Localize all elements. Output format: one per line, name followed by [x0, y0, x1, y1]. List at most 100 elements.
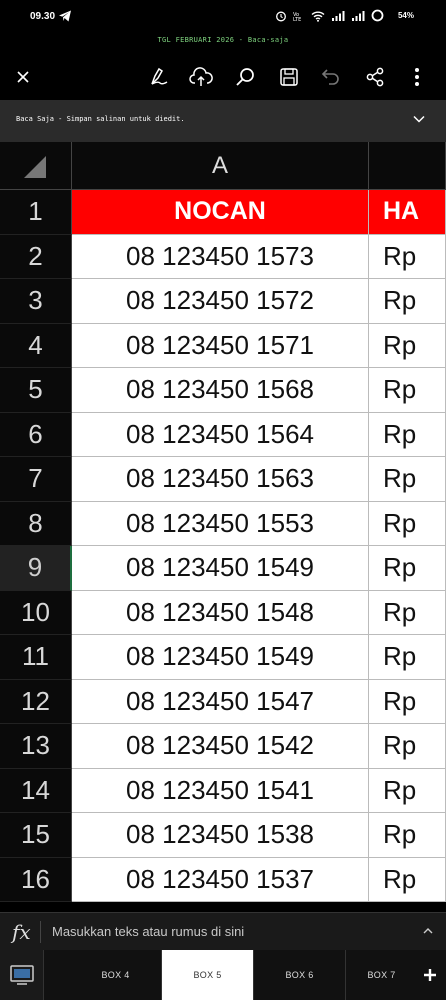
search-icon: [236, 68, 254, 86]
sheet-tabs: BOX 4 BOX 5 BOX 6 BOX 7: [0, 950, 446, 1000]
tab-box-4[interactable]: BOX 4: [70, 950, 162, 1000]
row-header[interactable]: 11: [0, 635, 72, 680]
row-header[interactable]: 4: [0, 323, 72, 368]
column-header-a[interactable]: A: [72, 142, 369, 190]
row-header[interactable]: 6: [0, 412, 72, 457]
header-cell-b[interactable]: HA: [369, 190, 446, 235]
cell-nocan[interactable]: 08 123450 1563: [72, 457, 369, 502]
status-icons: Vo LTE: [275, 9, 384, 22]
header-cell-nocan[interactable]: NOCAN: [72, 190, 369, 235]
notice-text: Baca Saja - Simpan salinan untuk diedit.: [16, 115, 185, 123]
row-header[interactable]: 12: [0, 679, 72, 724]
save-icon: [280, 68, 298, 86]
cell-amount[interactable]: Rp: [369, 457, 446, 502]
telegram-icon: [59, 10, 71, 22]
undo-button[interactable]: [318, 64, 344, 90]
share-icon: [366, 67, 384, 87]
cell-amount[interactable]: Rp: [369, 768, 446, 813]
formula-bar: fx Masukkan teks atau rumus di sini: [0, 912, 446, 950]
cell-nocan[interactable]: 08 123450 1564: [72, 412, 369, 457]
more-icon: [415, 68, 419, 86]
cell-amount[interactable]: Rp: [369, 412, 446, 457]
cell-nocan[interactable]: 08 123450 1537: [72, 857, 369, 902]
fx-icon: fx: [12, 920, 31, 944]
read-only-notice: Baca Saja - Simpan salinan untuk diedit.: [0, 100, 446, 142]
cell-amount[interactable]: Rp: [369, 323, 446, 368]
status-time: 09.30: [30, 11, 56, 22]
tab-box-7[interactable]: BOX 7: [346, 950, 418, 1000]
chevron-down-icon[interactable]: [412, 112, 426, 126]
close-icon: [17, 71, 29, 83]
save-button[interactable]: [276, 64, 302, 90]
document-title: TGL FEBRUARI 2026 - Baca-saja: [157, 36, 289, 44]
cell-amount[interactable]: Rp: [369, 635, 446, 680]
plus-icon: [424, 969, 436, 981]
cell-amount[interactable]: Rp: [369, 234, 446, 279]
cell-nocan[interactable]: 08 123450 1541: [72, 768, 369, 813]
cell-amount[interactable]: Rp: [369, 368, 446, 413]
row-header[interactable]: 14: [0, 768, 72, 813]
row-header[interactable]: 9: [0, 546, 72, 591]
row-header[interactable]: 16: [0, 857, 72, 902]
cell-amount[interactable]: Rp: [369, 590, 446, 635]
row-header[interactable]: 2: [0, 234, 72, 279]
tab-box-6[interactable]: BOX 6: [254, 950, 346, 1000]
cell-nocan[interactable]: 08 123450 1553: [72, 501, 369, 546]
row-header[interactable]: 15: [0, 813, 72, 858]
pen-icon: [151, 67, 168, 85]
undo-icon: [321, 69, 339, 85]
formula-input[interactable]: Masukkan teks atau rumus di sini: [52, 924, 244, 939]
spreadsheet-grid[interactable]: A 1 NOCAN HA 2 08 123450 1573 Rp 3 08 123450 15…: [0, 142, 446, 912]
toolbar: [0, 54, 446, 98]
status-bar: 09.30 Vo LTE 54%: [0, 0, 446, 34]
more-options-button[interactable]: [404, 64, 430, 90]
tab-box-5[interactable]: BOX 5: [162, 950, 254, 1000]
row-header[interactable]: 1: [0, 190, 72, 235]
sheets-icon: [9, 965, 34, 985]
row-header[interactable]: 5: [0, 368, 72, 413]
corner-triangle-icon: [24, 156, 46, 178]
wifi-icon: [311, 11, 325, 22]
select-all-corner[interactable]: [0, 142, 72, 190]
upload-button[interactable]: [188, 64, 214, 90]
share-button[interactable]: [362, 64, 388, 90]
alarm-icon: [276, 11, 286, 21]
cell-amount[interactable]: Rp: [369, 857, 446, 902]
row-header[interactable]: 13: [0, 724, 72, 769]
chevron-up-icon[interactable]: [422, 925, 434, 937]
row-header[interactable]: 3: [0, 279, 72, 324]
sheet-list-button[interactable]: [0, 950, 44, 1000]
cell-amount[interactable]: Rp: [369, 813, 446, 858]
cell-nocan[interactable]: 08 123450 1547: [72, 679, 369, 724]
cell-nocan[interactable]: 08 123450 1549: [72, 635, 369, 680]
search-button[interactable]: [232, 64, 258, 90]
volte-icon: VoLTE: [293, 12, 301, 22]
cell-amount[interactable]: Rp: [369, 501, 446, 546]
cloud-upload-icon: [189, 67, 213, 86]
cell-amount[interactable]: Rp: [369, 679, 446, 724]
cell-nocan[interactable]: 08 123450 1549: [72, 546, 369, 591]
row-header[interactable]: 8: [0, 501, 72, 546]
battery-icon: [371, 9, 384, 22]
cell-nocan[interactable]: 08 123450 1572: [72, 279, 369, 324]
cell-nocan[interactable]: 08 123450 1573: [72, 234, 369, 279]
battery-percent: 54%: [397, 11, 414, 20]
cell-amount[interactable]: Rp: [369, 724, 446, 769]
cell-amount[interactable]: Rp: [369, 546, 446, 591]
column-header-b[interactable]: [369, 142, 446, 190]
cell-nocan[interactable]: 08 123450 1542: [72, 724, 369, 769]
row-header[interactable]: 10: [0, 590, 72, 635]
cell-amount[interactable]: Rp: [369, 279, 446, 324]
close-button[interactable]: [10, 64, 36, 90]
cell-nocan[interactable]: 08 123450 1571: [72, 323, 369, 368]
cell-nocan[interactable]: 08 123450 1538: [72, 813, 369, 858]
cell-nocan[interactable]: 08 123450 1568: [72, 368, 369, 413]
cell-nocan[interactable]: 08 123450 1548: [72, 590, 369, 635]
signal-icon-2: [352, 10, 365, 21]
row-header[interactable]: 7: [0, 457, 72, 502]
formula-separator: [40, 921, 41, 943]
edit-button[interactable]: [146, 64, 172, 90]
signal-icon: [332, 10, 345, 21]
add-sheet-button[interactable]: [414, 950, 446, 1000]
svg-text:LTE: LTE: [293, 17, 301, 22]
